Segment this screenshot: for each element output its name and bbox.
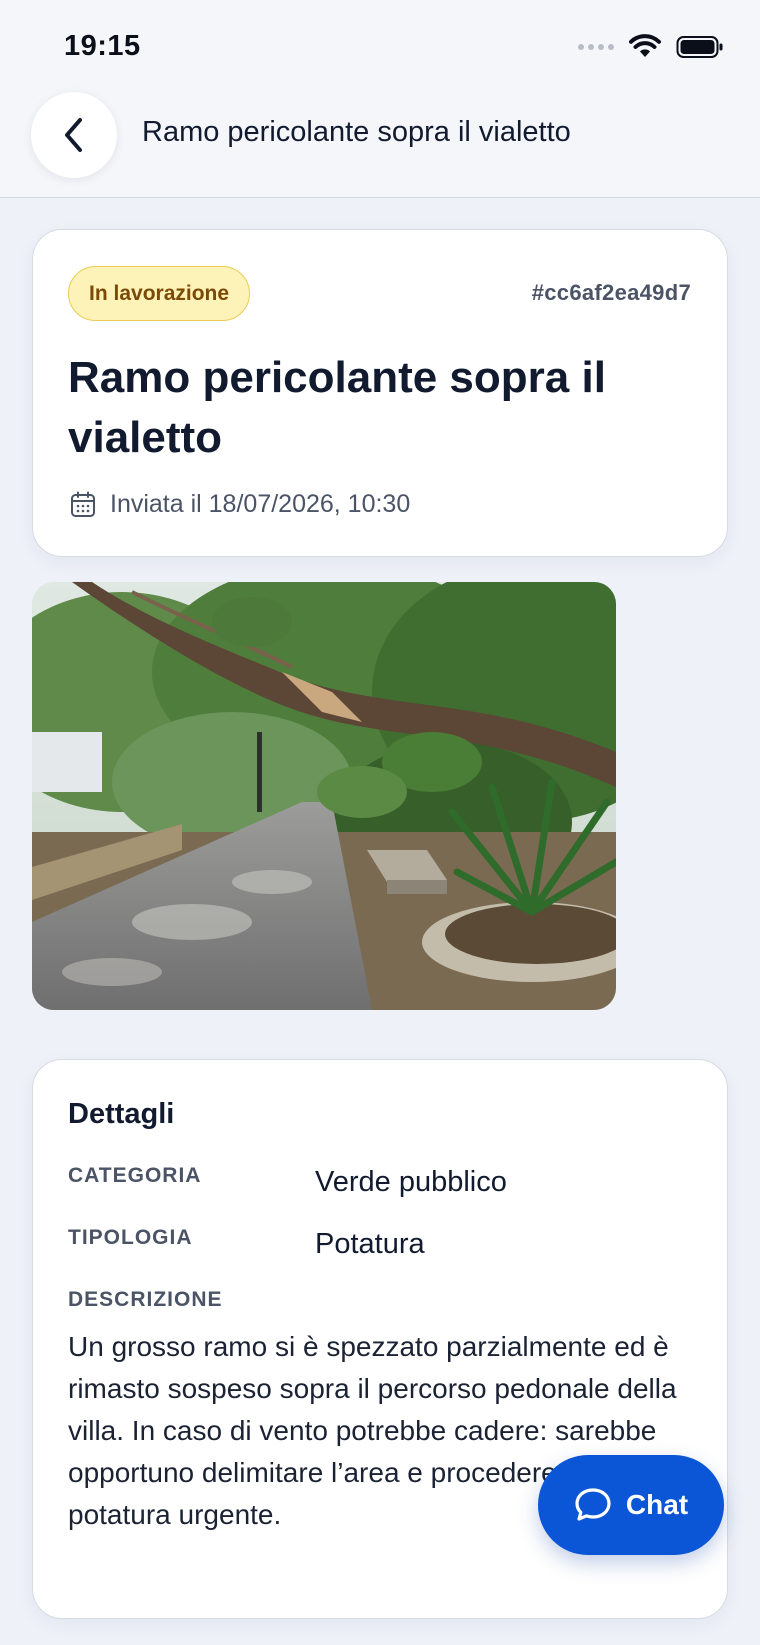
type-value: Potatura xyxy=(315,1228,425,1260)
report-title: Ramo pericolante sopra il vialetto xyxy=(68,353,606,462)
chevron-left-icon xyxy=(65,118,82,152)
page-title: Ramo pericolante sopra il vialetto xyxy=(142,116,571,148)
status-bar: 19:15 xyxy=(0,0,760,92)
type-label: TIPOLOGIA xyxy=(68,1226,193,1249)
chat-button[interactable]: Chat xyxy=(538,1455,724,1555)
report-summary-card: In lavorazione #cc6af2ea49d7 Ramo perico… xyxy=(32,229,728,557)
calendar-icon xyxy=(71,491,95,517)
description-label: DESCRIZIONE xyxy=(68,1288,223,1311)
status-badge: In lavorazione xyxy=(68,266,251,321)
category-label: CATEGORIA xyxy=(68,1164,202,1187)
sent-date-row: Inviata il 18/07/2026, 10:30 xyxy=(70,490,410,519)
wifi-icon xyxy=(629,34,661,57)
report-photo-image xyxy=(32,582,616,1010)
screen: 19:15 Ramo pericolante sopra il vialetto… xyxy=(0,0,760,1645)
chat-label: Chat xyxy=(625,1489,689,1520)
category-value: Verde pubblico xyxy=(315,1166,507,1198)
status-icons xyxy=(578,34,724,60)
details-title: Dettagli xyxy=(68,1098,175,1130)
sent-date: Inviata il 18/07/2026, 10:30 xyxy=(110,490,411,518)
report-photo[interactable] xyxy=(32,582,616,1010)
chat-bubble-icon xyxy=(575,1488,611,1521)
report-id: #cc6af2ea49d7 xyxy=(531,280,691,305)
nav-header: Ramo pericolante sopra il vialetto xyxy=(0,92,760,198)
battery-icon xyxy=(676,36,723,58)
status-time: 19:15 xyxy=(64,30,141,62)
cellular-signal-icon xyxy=(578,44,614,50)
back-button[interactable] xyxy=(31,92,117,178)
